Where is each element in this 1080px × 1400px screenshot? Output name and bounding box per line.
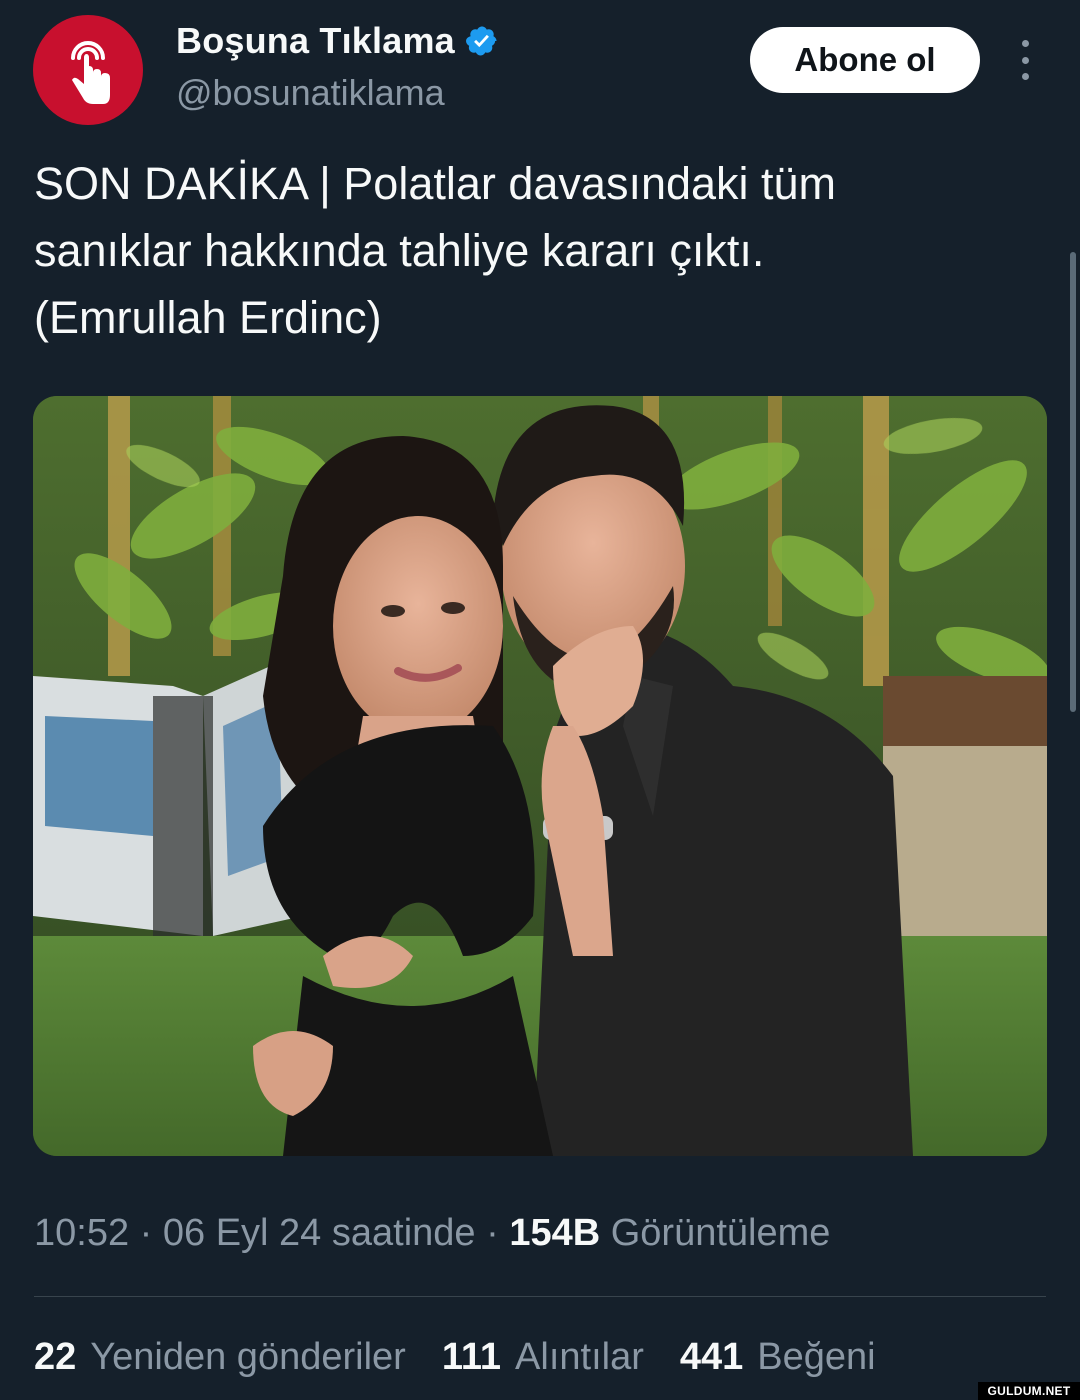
tweet-time[interactable]: 10:52 [34, 1212, 129, 1254]
photo-illustration [33, 396, 1047, 1156]
retweets-label: Yeniden gönderiler [90, 1336, 406, 1378]
views-label: Görüntüleme [610, 1212, 831, 1254]
author-avatar[interactable] [33, 15, 143, 125]
quotes-count: 111 [441, 1336, 502, 1378]
tweet-detail-page: Boşuna Tıklama @bosunatiklama Abone ol S… [0, 0, 1080, 1400]
author-display-name[interactable]: Boşuna Tıklama [176, 20, 455, 62]
tap-finger-icon [71, 41, 110, 104]
watermark: GULDUM.NET [978, 1382, 1080, 1400]
divider [34, 1296, 1046, 1297]
tweet-photo[interactable] [33, 396, 1047, 1156]
subscribe-button[interactable]: Abone ol [750, 27, 980, 93]
tweet-stats: 22 Yeniden gönderiler 111 Alıntılar 441 Beğ… [34, 1336, 912, 1379]
quotes-label: Alıntılar [515, 1336, 644, 1378]
scrollbar[interactable] [1070, 252, 1076, 712]
retweets-count: 22 [34, 1336, 77, 1378]
tweet-date[interactable]: 06 Eyl 24 saatinde [163, 1212, 476, 1254]
likes-label: Beğeni [757, 1336, 876, 1378]
more-vertical-icon[interactable] [1010, 40, 1040, 80]
verified-badge-icon [465, 26, 497, 56]
tweet-text-line: sanıklar hakkında tahliye kararı çıktı. [34, 225, 765, 276]
retweets-stat[interactable]: 22 Yeniden gönderiler [34, 1336, 406, 1379]
quotes-stat[interactable]: 111 Alıntılar [442, 1336, 644, 1379]
meta-separator: · [475, 1212, 510, 1254]
views-count: 154B [509, 1212, 601, 1254]
meta-separator: · [129, 1212, 163, 1254]
tweet-text-line: (Emrullah Erdinc) [34, 292, 382, 343]
author-name-row[interactable]: Boşuna Tıklama [176, 20, 499, 62]
tweet-text: SON DAKİKA | Polatlar davasındaki tüm sa… [34, 150, 1034, 351]
author-handle[interactable]: @bosunatiklama [176, 72, 445, 114]
tweet-text-line: SON DAKİKA | Polatlar davasındaki tüm [34, 158, 837, 209]
likes-stat[interactable]: 441 Beğeni [680, 1336, 876, 1379]
tweet-meta: 10:52 · 06 Eyl 24 saatinde · 154B Görünt… [34, 1212, 830, 1255]
likes-count: 441 [679, 1336, 744, 1378]
